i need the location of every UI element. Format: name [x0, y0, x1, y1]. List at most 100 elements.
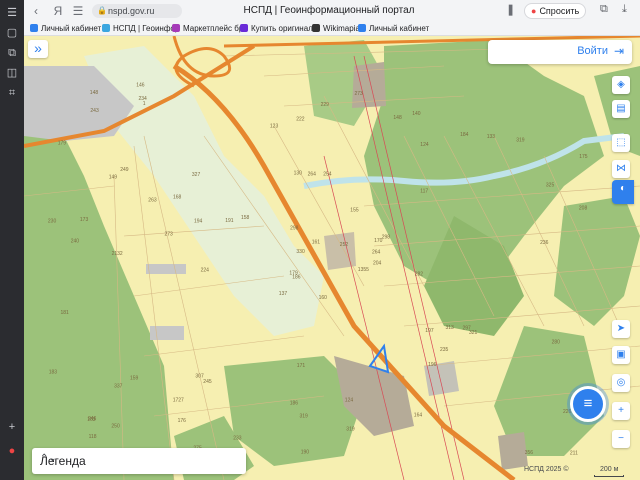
back-sidebar-icon[interactable]: ☰ — [5, 6, 19, 20]
parcel-number-label: 183 — [49, 369, 58, 375]
collections-icon[interactable]: ⧉ — [5, 46, 19, 60]
parcel-number-label: 250 — [111, 424, 120, 430]
extensions-icon[interactable]: ⧉ — [600, 3, 608, 16]
lock-icon: 🔒 — [97, 6, 107, 15]
menu-fab-icon[interactable]: ≡ — [570, 386, 606, 422]
parcel-number-label: 263 — [148, 198, 157, 204]
parcel-number-label: 236 — [540, 240, 549, 246]
bookmark-item[interactable]: НСПД | Геоинфор — [102, 23, 179, 35]
parcel-number-label: 337 — [114, 383, 123, 389]
parcel-number-label: 208 — [579, 206, 588, 212]
yandex-icon[interactable]: Я — [50, 3, 66, 19]
tabs-icon[interactable]: ▢ — [5, 26, 19, 40]
address-bar-url: nspd.gov.ru — [108, 6, 155, 16]
add-icon[interactable]: + — [5, 420, 19, 434]
parcel-number-label: 264 — [308, 172, 317, 178]
parcel-number-label: 137 — [279, 291, 288, 297]
parcel-number-label: 196 — [428, 362, 437, 368]
parcel-number-label: 313 — [446, 325, 455, 331]
parcel-number-label: 181 — [61, 310, 70, 316]
screenshot-icon[interactable]: ⌗ — [5, 86, 19, 100]
reader-icon[interactable]: ◫ — [5, 66, 19, 80]
share-icon[interactable]: ⋈ — [612, 160, 630, 178]
login-label: Войти — [577, 45, 608, 57]
parcel-number-label: 1727 — [173, 398, 184, 404]
parcel-number-label: 254 — [323, 171, 332, 177]
parcel-number-label: 163 — [87, 417, 96, 423]
bookmark-favicon-icon — [172, 24, 180, 32]
parcel-number-label: 194 — [194, 219, 203, 225]
parcel-number-label: 2132 — [112, 251, 123, 257]
parcel-number-label: 148 — [393, 115, 402, 121]
bookmark-icon[interactable]: ❚ — [506, 3, 515, 16]
parcel-number-label: 252 — [340, 242, 349, 248]
bookmark-item[interactable]: Wikimapia — [312, 23, 360, 35]
parcel-number-label: 319 — [300, 414, 309, 420]
parcel-number-label: 140 — [412, 111, 421, 117]
forest-area — [24, 126, 174, 480]
built-area — [150, 326, 184, 340]
parcel-number-label: 168 — [173, 195, 182, 201]
measure-icon[interactable]: ◎ — [612, 374, 630, 392]
parcel-number-label: 224 — [201, 268, 210, 274]
parcel-number-label: 319 — [516, 137, 525, 143]
built-area — [146, 264, 186, 274]
parcel-number-label: 273 — [165, 232, 174, 238]
built-area — [324, 232, 356, 270]
parcel-number-label: 158 — [241, 215, 250, 221]
parcel-number-label: 197 — [425, 328, 434, 334]
assistant-icon[interactable]: ◐ — [612, 180, 634, 204]
parcel-number-label: 249 — [120, 167, 129, 173]
parcel-number-label: 230 — [48, 219, 57, 225]
login-button[interactable]: Войти ⇥ — [488, 40, 632, 64]
print-icon[interactable]: ▣ — [612, 346, 630, 364]
parcel-number-label: 190 — [301, 450, 310, 456]
parcel-number-label: 233 — [233, 436, 242, 442]
browser-sidebar: ☰ ▢ ⧉ ◫ ⌗ + ● — [0, 0, 24, 480]
map-canvas[interactable]: 160 149 186 246 170 245 140 254 124 1355 1 211 2132 1… — [24, 36, 640, 480]
sidebar-toggle-icon[interactable]: ☰ — [70, 3, 86, 19]
bookmark-item[interactable]: Купить оригинал — [240, 23, 313, 35]
built-area — [498, 432, 528, 470]
bookmark-item[interactable]: Личный кабинет — [358, 23, 429, 35]
bookmark-item[interactable]: Маркетплейс бр — [172, 23, 243, 35]
expand-panel-button[interactable]: » — [28, 40, 48, 58]
parcel-number-label: 222 — [296, 116, 305, 122]
page-title: НСПД | Геоинформационный портал — [243, 5, 415, 16]
bookmark-favicon-icon — [102, 24, 110, 32]
parcel-number-label: 179 — [289, 270, 298, 276]
alice-icon[interactable]: ● — [5, 444, 19, 458]
address-bar[interactable]: 🔒 nspd.gov.ru — [92, 4, 182, 18]
parcel-number-label: 179 — [58, 141, 67, 147]
parcel-number-label: 124 — [420, 142, 429, 148]
layers-icon[interactable]: ◈ — [612, 76, 630, 94]
parcel-number-label: 243 — [90, 108, 99, 114]
parcel-number-label: 176 — [178, 418, 187, 424]
alice-small-icon: ● — [531, 6, 537, 16]
cadastral-map[interactable]: 1601491862461702451402541241355121121321… — [24, 36, 640, 480]
ask-button-label: Спросить — [539, 6, 580, 16]
parcel-number-label: 240 — [71, 239, 80, 245]
ask-button[interactable]: ● Спросить — [524, 3, 587, 19]
parcel-number-label: 159 — [130, 376, 139, 382]
back-icon[interactable]: ‹ — [28, 3, 44, 19]
parcel-number-label: 148 — [90, 90, 99, 96]
downloads-icon[interactable]: ⤓ — [622, 3, 627, 16]
parcel-number-label: 123 — [270, 123, 279, 129]
bookmark-item[interactable]: Личный кабинет — [30, 23, 101, 35]
legend-dropdown[interactable]: Легенда ⌃⌄ — [32, 448, 246, 474]
scale-label: 200 м — [600, 466, 619, 473]
parcel-number-label: 184 — [460, 132, 469, 138]
parcel-number-label: 149 — [109, 175, 118, 181]
table-icon[interactable]: ▤ — [612, 100, 630, 118]
parcel-number-label: 1355 — [358, 267, 369, 273]
select-area-icon[interactable]: ⬚ — [612, 134, 630, 152]
parcel-number-label: 186 — [290, 401, 299, 407]
parcel-number-label: 164 — [414, 412, 423, 418]
zoom-out-button[interactable]: − — [612, 430, 630, 448]
locate-icon[interactable]: ➤ — [612, 320, 630, 338]
zoom-in-button[interactable]: + — [612, 402, 630, 420]
parcel-number-label: 245 — [203, 379, 212, 385]
parcel-number-label: 118 — [89, 434, 97, 440]
parcel-number-label: 161 — [312, 240, 321, 246]
